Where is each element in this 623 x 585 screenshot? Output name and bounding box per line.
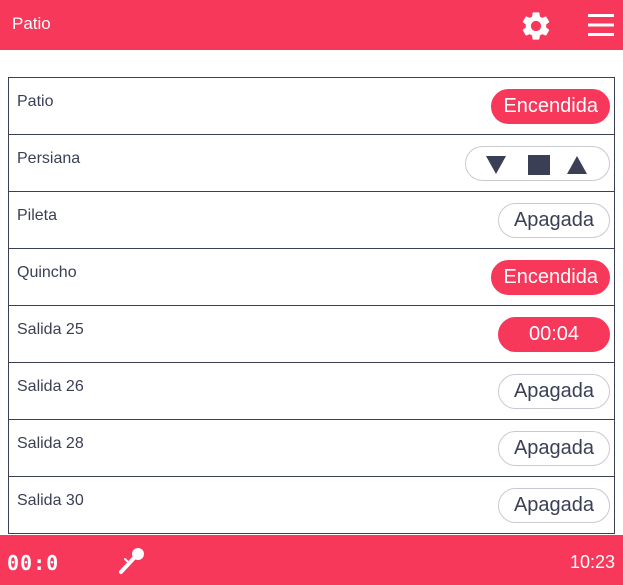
down-triangle-icon[interactable] xyxy=(484,154,508,176)
clock: 10:23 xyxy=(569,552,615,572)
list-item: Salida 25 00:04 xyxy=(9,306,614,363)
list-item: Salida 28 Apagada xyxy=(9,420,614,477)
device-name: Quincho xyxy=(17,264,77,281)
device-name: Salida 30 xyxy=(17,492,84,509)
toggle-button[interactable]: Encendida xyxy=(491,89,610,124)
microphone-icon[interactable] xyxy=(117,545,147,575)
device-name: Salida 25 xyxy=(17,321,84,338)
toggle-button[interactable]: Apagada xyxy=(498,431,610,466)
bottom-bar: 00:0 10:23 xyxy=(0,535,623,585)
timer-button[interactable]: 00:04 xyxy=(498,317,610,352)
toggle-button[interactable]: Apagada xyxy=(498,203,610,238)
device-name: Patio xyxy=(17,93,54,110)
list-item: Salida 26 Apagada xyxy=(9,363,614,420)
timer-readout: 00:0 xyxy=(7,551,60,575)
device-name: Persiana xyxy=(17,150,81,167)
device-list: Patio Encendida Persiana Pileta Apagada … xyxy=(8,77,615,534)
list-item: Persiana xyxy=(9,135,614,192)
list-item: Quincho Encendida xyxy=(9,249,614,306)
up-triangle-icon[interactable] xyxy=(565,154,589,176)
list-item: Salida 30 Apagada xyxy=(9,477,614,534)
blind-controls xyxy=(465,146,610,181)
list-item: Patio Encendida xyxy=(9,78,614,135)
page-title: Patio xyxy=(12,14,51,33)
gear-icon[interactable] xyxy=(519,9,553,43)
toggle-button[interactable]: Apagada xyxy=(498,488,610,523)
device-name: Pileta xyxy=(17,207,58,224)
stop-square-icon[interactable] xyxy=(527,154,551,176)
list-item: Pileta Apagada xyxy=(9,192,614,249)
hamburger-menu-icon[interactable] xyxy=(587,11,615,39)
toggle-button[interactable]: Apagada xyxy=(498,374,610,409)
top-bar: Patio xyxy=(0,0,623,50)
device-name: Salida 26 xyxy=(17,378,84,395)
toggle-button[interactable]: Encendida xyxy=(491,260,610,295)
device-name: Salida 28 xyxy=(17,435,84,452)
